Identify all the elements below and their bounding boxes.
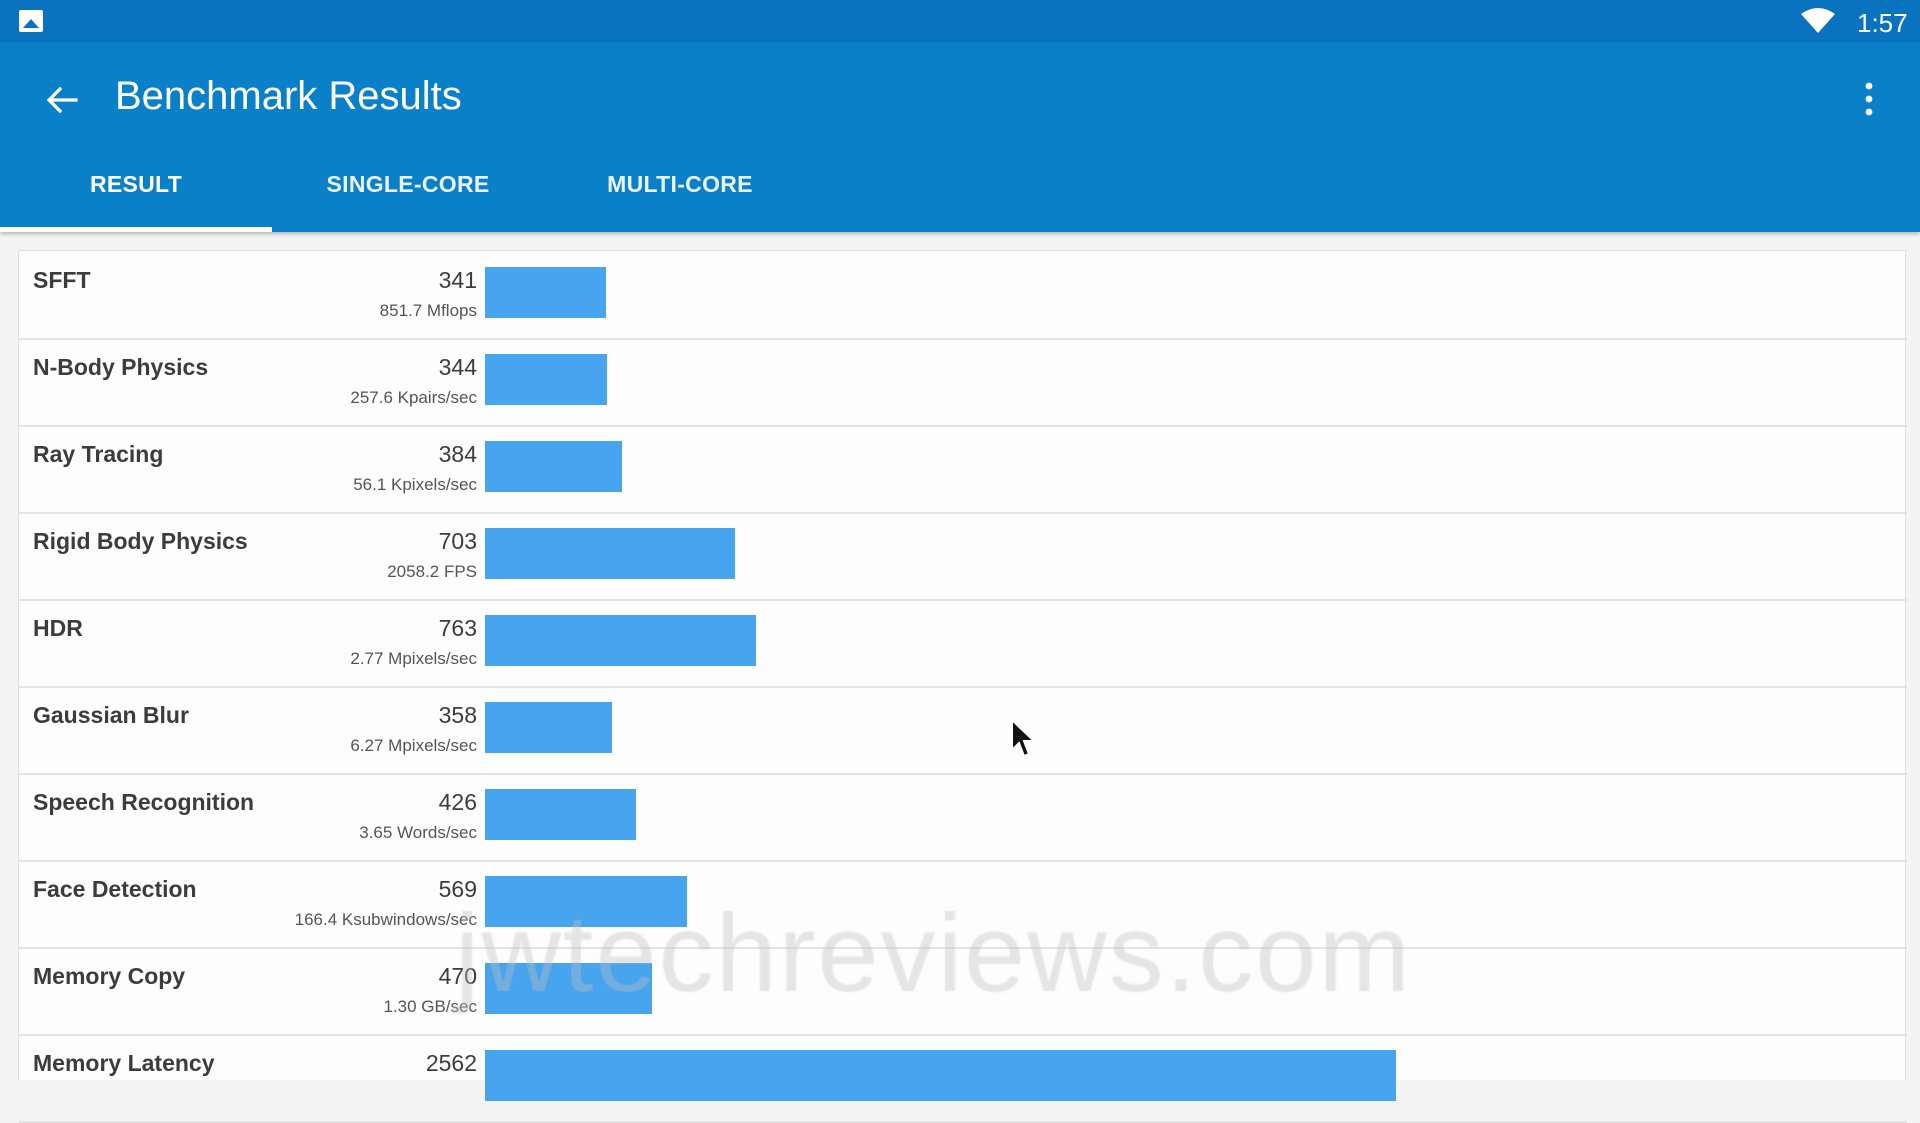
- benchmark-bar: [485, 267, 606, 318]
- mouse-cursor-icon: [1011, 718, 1037, 758]
- benchmark-detail: 2.77 Mpixels/sec: [350, 649, 477, 668]
- benchmark-row[interactable]: SFFT 341 851.7 Mflops: [19, 253, 1907, 340]
- benchmark-row[interactable]: Speech Recognition 426 3.65 Words/sec: [19, 775, 1907, 862]
- benchmark-detail: 3.65 Words/sec: [359, 823, 477, 842]
- image-icon: [19, 10, 43, 32]
- benchmark-name: Speech Recognition: [33, 789, 255, 815]
- benchmark-bar: [485, 441, 622, 492]
- benchmark-score: 344: [438, 354, 477, 380]
- benchmark-row[interactable]: Gaussian Blur 358 6.27 Mpixels/sec: [19, 688, 1907, 775]
- benchmark-score: 2562: [425, 1050, 477, 1076]
- benchmark-detail: 166.4 Ksubwindows/sec: [294, 910, 477, 929]
- benchmark-detail: 851.7 Mflops: [379, 301, 477, 320]
- more-vert-icon[interactable]: [1854, 77, 1884, 121]
- benchmark-name: Ray Tracing: [33, 441, 164, 467]
- benchmark-score: 426: [438, 789, 477, 815]
- benchmark-score: 763: [438, 615, 477, 641]
- benchmark-score: 384: [438, 441, 477, 467]
- benchmark-score: 703: [438, 528, 477, 554]
- benchmark-bar: [485, 528, 735, 579]
- benchmark-name: N-Body Physics: [33, 354, 209, 380]
- benchmark-name: Face Detection: [33, 876, 197, 902]
- benchmark-name: SFFT: [33, 267, 91, 293]
- watermark: jwtechreviews.com: [455, 892, 1413, 1015]
- benchmark-detail: 2058.2 FPS: [387, 562, 477, 581]
- tab-indicator: [0, 227, 272, 232]
- tab-bar: RESULT SINGLE-CORE MULTI-CORE: [0, 160, 820, 232]
- benchmark-row[interactable]: Rigid Body Physics 703 2058.2 FPS: [19, 514, 1907, 601]
- tab-single-core[interactable]: SINGLE-CORE: [272, 160, 544, 232]
- tab-multi-core[interactable]: MULTI-CORE: [544, 160, 816, 232]
- benchmark-detail: 6.27 Mpixels/sec: [350, 736, 477, 755]
- benchmark-row[interactable]: N-Body Physics 344 257.6 Kpairs/sec: [19, 340, 1907, 427]
- benchmark-name: HDR: [33, 615, 83, 641]
- benchmark-row[interactable]: Ray Tracing 384 56.1 Kpixels/sec: [19, 427, 1907, 514]
- wifi-icon: [1801, 8, 1835, 33]
- tab-result[interactable]: RESULT: [0, 160, 272, 232]
- benchmark-detail: 56.1 Kpixels/sec: [353, 475, 477, 494]
- benchmark-score: 341: [438, 267, 477, 293]
- benchmark-bar: [485, 1050, 1396, 1101]
- benchmark-name: Rigid Body Physics: [33, 528, 248, 554]
- benchmark-name: Memory Latency: [33, 1050, 215, 1076]
- app-bar: Benchmark Results RESULT SINGLE-CORE MUL…: [0, 42, 1920, 232]
- benchmark-bar: [485, 702, 612, 753]
- benchmark-bar: [485, 615, 756, 666]
- benchmark-detail: 257.6 Kpairs/sec: [350, 388, 477, 407]
- benchmark-row[interactable]: HDR 763 2.77 Mpixels/sec: [19, 601, 1907, 688]
- back-arrow-icon[interactable]: [40, 78, 84, 122]
- benchmark-bar: [485, 789, 636, 840]
- benchmark-name: Gaussian Blur: [33, 702, 189, 728]
- page-title: Benchmark Results: [115, 74, 462, 118]
- clock: 1:57: [1857, 8, 1908, 38]
- benchmark-name: Memory Copy: [33, 963, 186, 989]
- benchmark-bar: [485, 354, 607, 405]
- status-bar: 1:57: [0, 0, 1920, 42]
- benchmark-score: 358: [438, 702, 477, 728]
